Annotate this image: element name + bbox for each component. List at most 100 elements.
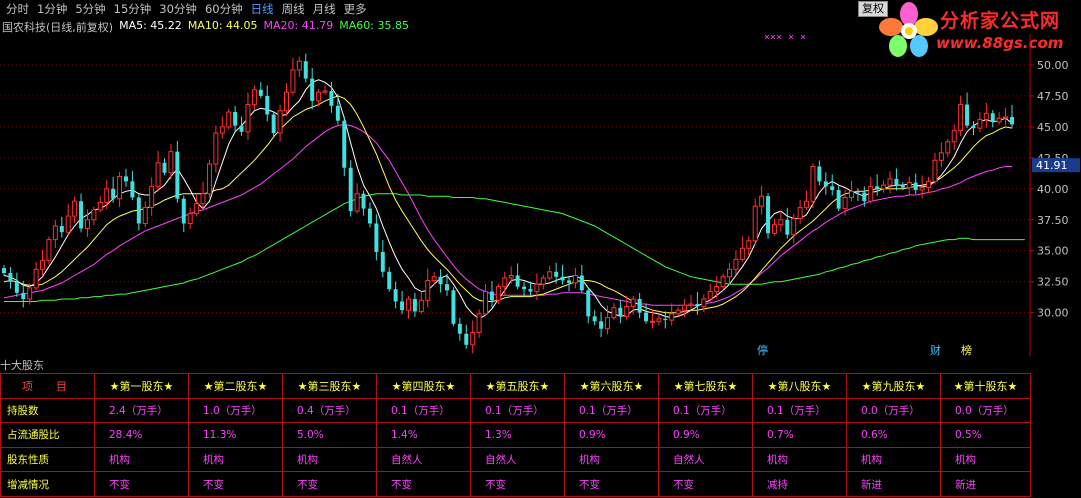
candle-up [142, 206, 148, 224]
candle-up [932, 159, 938, 182]
current-price-label: 41.91 [1036, 159, 1068, 172]
table-row: 增减情况 不变 不变 不变 不变 不变 不变 不变 减持 新进 新进 [0, 471, 1031, 497]
candle-down [644, 312, 649, 322]
header-holder-4: ★第四股东★ [376, 373, 471, 399]
y-tick-label: 50.00 [1037, 59, 1069, 72]
candle-up [425, 279, 431, 301]
candle-up [656, 318, 662, 322]
candle-down [451, 290, 456, 324]
candle-down [335, 105, 340, 121]
candle-down [393, 289, 398, 302]
table-cell: 0.9% [564, 422, 659, 448]
candle-down [181, 198, 186, 224]
ma60-value: MA60: 35.85 [339, 19, 409, 32]
row-label: 增减情况 [0, 471, 95, 497]
tab-more[interactable]: 更多 [340, 1, 371, 17]
candle-down [695, 303, 700, 307]
candle-down [445, 284, 449, 291]
candle-down [522, 286, 527, 290]
candle-up [97, 201, 103, 211]
ma20-value: MA20: 41.79 [263, 19, 334, 32]
candle-up [27, 287, 33, 300]
table-cell: 0.1（万手） [658, 397, 753, 424]
candle-up [938, 152, 944, 161]
candle-down [457, 323, 462, 334]
ma60-line [4, 193, 1025, 302]
candle-up [322, 90, 328, 93]
candle-up [316, 91, 322, 102]
high-label: 52.83 [311, 34, 343, 37]
candle-up [84, 219, 90, 229]
candle-up [958, 104, 964, 132]
tab-daily[interactable]: 日线 [247, 1, 278, 17]
ma20-line [3, 123, 1012, 306]
candle-up [791, 218, 797, 236]
candle-up [277, 110, 283, 134]
table-cell: 1.3% [470, 422, 565, 448]
candle-down [374, 223, 379, 252]
candle-up [187, 213, 193, 224]
candle-up [919, 187, 925, 191]
row-label: 持股数 [0, 397, 95, 424]
candle-up [508, 275, 514, 279]
tab-5min[interactable]: 5分钟 [71, 1, 109, 17]
candle-up [707, 291, 713, 300]
tab-weekly[interactable]: 周线 [278, 1, 309, 17]
candle-up [418, 299, 424, 312]
candle-up [849, 190, 854, 198]
table-cell: 机构 [752, 446, 847, 473]
header-holder-9: ★第九股东★ [846, 373, 941, 399]
ma10-line [3, 95, 1013, 314]
lower-panel-label: 十大股东 [0, 359, 44, 372]
candle-up [881, 184, 887, 190]
candle-up [1003, 116, 1009, 119]
tab-timeshare[interactable]: 分时 [2, 1, 33, 17]
candle-down [855, 191, 860, 193]
candlestick-chart[interactable]: 50.0047.5045.0042.5040.0037.5035.0032.50… [0, 34, 1081, 356]
candle-up [431, 276, 437, 281]
candle-up [951, 130, 957, 143]
candle-up [983, 112, 989, 120]
candle-down [303, 61, 308, 79]
candle-down [785, 219, 790, 235]
candle-up [104, 188, 110, 203]
candle-down [554, 271, 559, 277]
candle-up [804, 200, 810, 208]
candle-up [194, 203, 200, 215]
candle-up [977, 118, 983, 129]
candle-down [560, 276, 565, 281]
candle-down [271, 114, 276, 134]
candle-up [495, 286, 501, 301]
candle-down [342, 120, 347, 168]
tab-15min[interactable]: 15分钟 [110, 1, 156, 17]
candle-down [265, 95, 270, 115]
candle-down [965, 104, 970, 126]
candle-up [226, 111, 232, 128]
candle-up [470, 331, 476, 346]
table-cell: 28.4% [94, 422, 189, 448]
candle-down [348, 167, 353, 212]
table-cell: 自然人 [376, 446, 471, 473]
table-cell: 11.3% [188, 422, 283, 448]
candle-up [251, 89, 257, 106]
event-markers-top: ××× × × [764, 34, 806, 43]
tab-1min[interactable]: 1分钟 [33, 1, 71, 17]
tab-30min[interactable]: 30分钟 [155, 1, 201, 17]
candle-up [688, 303, 694, 306]
ma-legend: 国农科技(日线,前复权) MA5: 45.22 MA10: 44.05 MA20… [0, 19, 409, 34]
candle-up [117, 175, 123, 200]
tab-60min[interactable]: 60分钟 [201, 1, 247, 17]
candle-down [579, 275, 584, 291]
candle-down [2, 268, 6, 274]
tab-monthly[interactable]: 月线 [309, 1, 340, 17]
candle-down [400, 301, 405, 311]
candle-down [233, 112, 238, 126]
table-cell: 0.6% [846, 422, 941, 448]
ma5-line [3, 79, 1013, 320]
event-marker-bottom: 停 [757, 343, 768, 356]
table-cell: 机构 [188, 446, 283, 473]
candle-up [284, 91, 289, 112]
table-cell: 不变 [564, 471, 659, 497]
y-tick-label: 35.00 [1037, 245, 1069, 258]
header-holder-6: ★第六股东★ [564, 373, 659, 399]
